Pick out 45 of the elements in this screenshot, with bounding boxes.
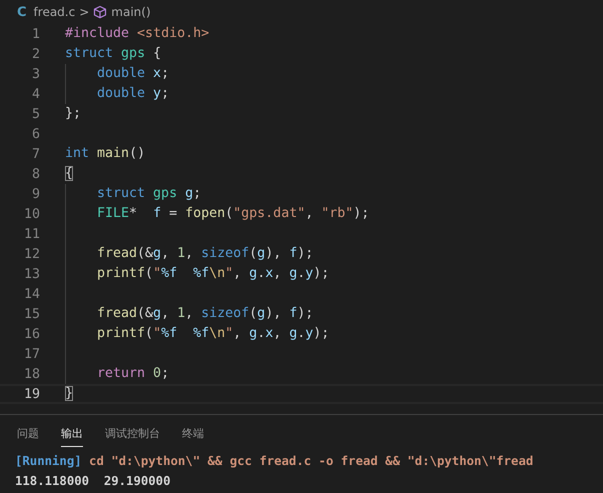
line-number: 5 [30,106,40,122]
code-line: int main() [65,145,146,163]
output-line: [Running] cd "d:\python\" && gcc fread.c -o fread && "d:\python\"fread [15,453,534,470]
panel-tab[interactable]: 调试控制台 [105,420,160,446]
line-number: 1 [30,26,40,42]
line-number: 17 [22,346,40,362]
line-number: 3 [30,66,40,82]
line-number: 16 [22,326,40,342]
breadcrumb-separator: > [79,5,90,19]
line-number: 13 [22,266,40,282]
code-line: struct gps { [65,45,162,63]
code-line: return 0; [97,365,170,383]
code-line: struct gps g; [97,185,202,203]
code-line: fread(&g, 1, sizeof(g), f); [97,305,314,323]
line-number: 12 [22,246,40,262]
code-line: { [65,165,74,183]
breadcrumb-item[interactable]: main() [111,5,151,19]
line-number: 7 [30,146,40,162]
code-line: double y; [97,85,170,103]
output-line: 118.118000 29.190000 [15,473,172,490]
line-number: 8 [30,166,40,182]
line-number: 11 [22,226,40,242]
line-number: 19 [22,386,40,402]
line-number: 9 [30,186,40,202]
code-line: FILE* f = fopen("gps.dat", "rb"); [97,205,370,223]
code-line: printf("%f %f\n", g.x, g.y); [97,265,330,283]
line-number: 10 [22,206,40,222]
cube-icon [93,5,108,19]
code-line: printf("%f %f\n", g.x, g.y); [97,325,330,343]
line-number: 15 [22,306,40,322]
line-number: 4 [30,86,40,102]
code-line: }; [65,105,82,123]
code-line: #include <stdio.h> [65,25,210,43]
panel-tab[interactable]: 输出 [61,420,83,446]
code-line: double x; [97,65,170,83]
panel-tab[interactable]: 终端 [182,420,204,446]
language-icon: C [17,4,27,20]
breadcrumb-item[interactable]: fread.c [34,5,76,19]
panel-tab[interactable]: 问题 [17,420,39,446]
line-number: 2 [30,46,40,62]
code-line: } [65,385,74,403]
line-number: 6 [30,126,40,142]
code-line: fread(&g, 1, sizeof(g), f); [97,245,314,263]
line-number: 18 [22,366,40,382]
line-number: 14 [22,286,40,302]
